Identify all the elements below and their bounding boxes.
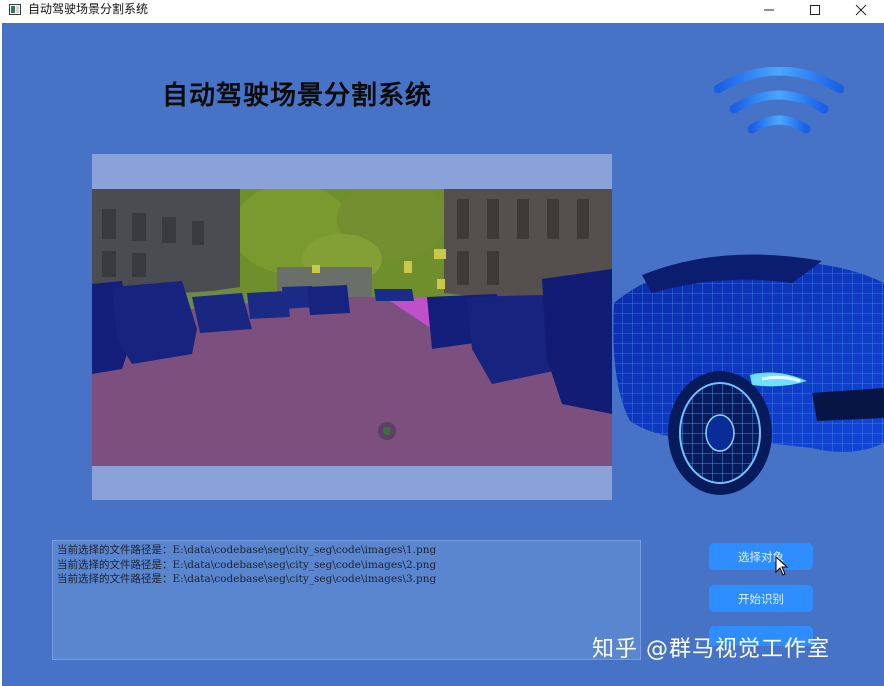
log-line: 当前选择的文件路径是：E:\data\codebase\seg\city_seg… xyxy=(57,573,437,585)
close-button[interactable] xyxy=(838,0,884,20)
car-illustration xyxy=(613,254,884,495)
close-icon xyxy=(855,4,867,16)
app-icon xyxy=(9,4,21,15)
log-line: 当前选择的文件路径是：E:\data\codebase\seg\city_seg… xyxy=(57,558,437,571)
window-title: 自动驾驶场景分割系统 xyxy=(28,2,149,16)
mouse-cursor-icon xyxy=(775,556,789,576)
segmented-street-image xyxy=(92,189,612,466)
select-object-button[interactable]: 选择对象 xyxy=(709,543,813,570)
wifi-icon xyxy=(714,67,844,134)
image-panel xyxy=(92,154,612,500)
watermark: 知乎 @群马视觉工作室 xyxy=(592,637,830,662)
app-title: 自动驾驶场景分割系统 xyxy=(162,81,433,111)
main-window: 自动驾驶场景分割系统 当前选择的文件路径是：E:\data\codebase\s… xyxy=(2,23,884,686)
start-recognition-button[interactable]: 开始识别 xyxy=(709,585,813,612)
minimize-icon xyxy=(764,9,774,11)
maximize-icon xyxy=(810,5,820,15)
maximize-button[interactable] xyxy=(792,0,838,20)
log-line: 当前选择的文件路径是：E:\data\codebase\seg\city_seg… xyxy=(57,544,437,556)
minimize-button[interactable] xyxy=(746,0,792,20)
log-output[interactable]: 当前选择的文件路径是：E:\data\codebase\seg\city_seg… xyxy=(52,540,641,660)
window-titlebar: 自动驾驶场景分割系统 xyxy=(0,0,884,20)
